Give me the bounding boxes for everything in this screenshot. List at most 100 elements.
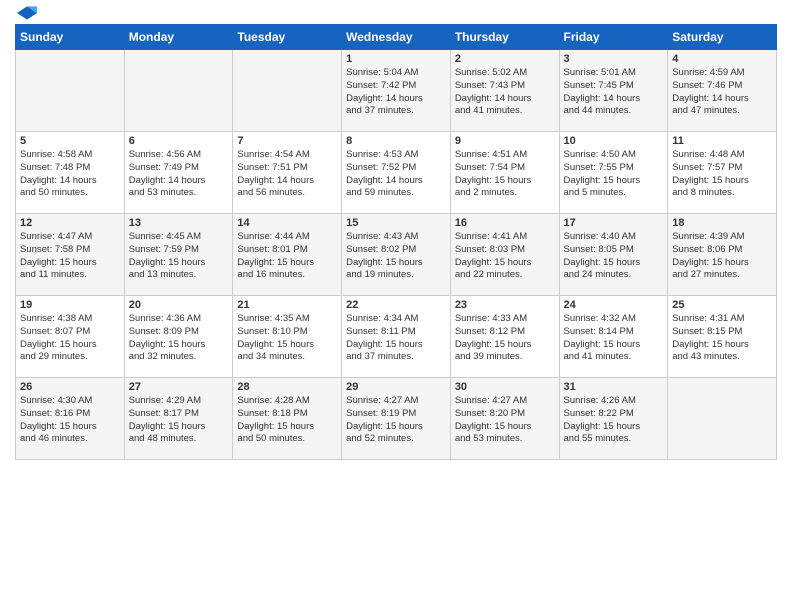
day-info: Sunrise: 4:48 AM Sunset: 7:57 PM Dayligh… <box>672 149 772 200</box>
day-number: 4 <box>672 53 772 65</box>
day-cell: 14Sunrise: 4:44 AM Sunset: 8:01 PM Dayli… <box>233 214 342 296</box>
day-number: 1 <box>346 53 446 65</box>
day-cell: 10 Sunrise: 4:50 AM Sunset: 7:55 PM Dayli… <box>559 132 668 214</box>
day-info: Sunrise: 4:53 AM Sunset: 7:52 PM Dayligh… <box>346 149 446 200</box>
page: SundayMondayTuesdayWednesdayThursdayFrid… <box>0 0 792 470</box>
day-number: 8 <box>346 135 446 147</box>
day-info: Sunrise: 4:26 AM Sunset: 8:22 PM Dayligh… <box>564 395 664 446</box>
header-day-monday: Monday <box>124 25 233 50</box>
day-number: 25 <box>672 299 772 311</box>
header-row: SundayMondayTuesdayWednesdayThursdayFrid… <box>16 25 777 50</box>
header-day-thursday: Thursday <box>450 25 559 50</box>
day-cell: 3 Sunrise: 5:01 AM Sunset: 7:45 PM Daylig… <box>559 50 668 132</box>
day-number: 6 <box>129 135 229 147</box>
day-info: Sunrise: 4:58 AM Sunset: 7:48 PM Dayligh… <box>20 149 120 200</box>
day-number: 19 <box>20 299 120 311</box>
day-number: 24 <box>564 299 664 311</box>
day-cell: 24 Sunrise: 4:32 AM Sunset: 8:14 PM Dayli… <box>559 296 668 378</box>
day-info: Sunrise: 4:43 AM Sunset: 8:02 PM Dayligh… <box>346 231 446 282</box>
day-number: 31 <box>564 381 664 393</box>
day-cell: 13Sunrise: 4:45 AM Sunset: 7:59 PM Dayli… <box>124 214 233 296</box>
day-cell: 23 Sunrise: 4:33 AM Sunset: 8:12 PM Dayli… <box>450 296 559 378</box>
day-info: Sunrise: 4:33 AM Sunset: 8:12 PM Dayligh… <box>455 313 555 364</box>
day-cell <box>124 50 233 132</box>
day-number: 20 <box>129 299 229 311</box>
day-cell: 27 Sunrise: 4:29 AM Sunset: 8:17 PM Dayli… <box>124 378 233 460</box>
day-info: Sunrise: 4:35 AM Sunset: 8:10 PM Dayligh… <box>237 313 337 364</box>
day-cell: 12 Sunrise: 4:47 AM Sunset: 7:58 PM Dayli… <box>16 214 125 296</box>
day-cell: 22 Sunrise: 4:34 AM Sunset: 8:11 PM Dayli… <box>342 296 451 378</box>
day-cell: 21 Sunrise: 4:35 AM Sunset: 8:10 PM Dayli… <box>233 296 342 378</box>
day-info: Sunrise: 5:01 AM Sunset: 7:45 PM Dayligh… <box>564 67 664 118</box>
day-info: Sunrise: 4:40 AM Sunset: 8:05 PM Dayligh… <box>564 231 664 282</box>
day-cell: 17 Sunrise: 4:40 AM Sunset: 8:05 PM Dayli… <box>559 214 668 296</box>
week-row-2: 12 Sunrise: 4:47 AM Sunset: 7:58 PM Dayli… <box>16 214 777 296</box>
day-number: 26 <box>20 381 120 393</box>
day-cell: 5 Sunrise: 4:58 AM Sunset: 7:48 PM Daylig… <box>16 132 125 214</box>
header-day-tuesday: Tuesday <box>233 25 342 50</box>
day-info: Sunrise: 4:31 AM Sunset: 8:15 PM Dayligh… <box>672 313 772 364</box>
day-cell: 4Sunrise: 4:59 AM Sunset: 7:46 PM Daylig… <box>668 50 777 132</box>
day-cell: 25 Sunrise: 4:31 AM Sunset: 8:15 PM Dayli… <box>668 296 777 378</box>
header-day-friday: Friday <box>559 25 668 50</box>
day-cell: 26 Sunrise: 4:30 AM Sunset: 8:16 PM Dayli… <box>16 378 125 460</box>
day-info: Sunrise: 4:36 AM Sunset: 8:09 PM Dayligh… <box>129 313 229 364</box>
day-number: 5 <box>20 135 120 147</box>
day-number: 28 <box>237 381 337 393</box>
day-number: 30 <box>455 381 555 393</box>
day-number: 11 <box>672 135 772 147</box>
day-cell: 28 Sunrise: 4:28 AM Sunset: 8:18 PM Dayli… <box>233 378 342 460</box>
day-cell: 8 Sunrise: 4:53 AM Sunset: 7:52 PM Daylig… <box>342 132 451 214</box>
calendar-table: SundayMondayTuesdayWednesdayThursdayFrid… <box>15 24 777 460</box>
day-info: Sunrise: 4:41 AM Sunset: 8:03 PM Dayligh… <box>455 231 555 282</box>
day-number: 17 <box>564 217 664 229</box>
day-info: Sunrise: 4:32 AM Sunset: 8:14 PM Dayligh… <box>564 313 664 364</box>
day-info: Sunrise: 5:02 AM Sunset: 7:43 PM Dayligh… <box>455 67 555 118</box>
header-day-sunday: Sunday <box>16 25 125 50</box>
day-cell: 15 Sunrise: 4:43 AM Sunset: 8:02 PM Dayli… <box>342 214 451 296</box>
day-info: Sunrise: 5:04 AM Sunset: 7:42 PM Dayligh… <box>346 67 446 118</box>
day-info: Sunrise: 4:47 AM Sunset: 7:58 PM Dayligh… <box>20 231 120 282</box>
day-number: 23 <box>455 299 555 311</box>
day-info: Sunrise: 4:29 AM Sunset: 8:17 PM Dayligh… <box>129 395 229 446</box>
logo <box>15 10 37 16</box>
day-number: 15 <box>346 217 446 229</box>
week-row-0: 1 Sunrise: 5:04 AM Sunset: 7:42 PM Daylig… <box>16 50 777 132</box>
day-number: 7 <box>237 135 337 147</box>
day-info: Sunrise: 4:30 AM Sunset: 8:16 PM Dayligh… <box>20 395 120 446</box>
week-row-4: 26 Sunrise: 4:30 AM Sunset: 8:16 PM Dayli… <box>16 378 777 460</box>
day-number: 18 <box>672 217 772 229</box>
day-number: 22 <box>346 299 446 311</box>
logo-icon <box>17 6 37 20</box>
day-cell: 9 Sunrise: 4:51 AM Sunset: 7:54 PM Daylig… <box>450 132 559 214</box>
day-info: Sunrise: 4:54 AM Sunset: 7:51 PM Dayligh… <box>237 149 337 200</box>
header-day-saturday: Saturday <box>668 25 777 50</box>
day-info: Sunrise: 4:45 AM Sunset: 7:59 PM Dayligh… <box>129 231 229 282</box>
day-cell: 1 Sunrise: 5:04 AM Sunset: 7:42 PM Daylig… <box>342 50 451 132</box>
day-number: 29 <box>346 381 446 393</box>
day-info: Sunrise: 4:34 AM Sunset: 8:11 PM Dayligh… <box>346 313 446 364</box>
day-info: Sunrise: 4:27 AM Sunset: 8:20 PM Dayligh… <box>455 395 555 446</box>
day-number: 27 <box>129 381 229 393</box>
week-row-1: 5 Sunrise: 4:58 AM Sunset: 7:48 PM Daylig… <box>16 132 777 214</box>
day-info: Sunrise: 4:28 AM Sunset: 8:18 PM Dayligh… <box>237 395 337 446</box>
day-info: Sunrise: 4:27 AM Sunset: 8:19 PM Dayligh… <box>346 395 446 446</box>
day-number: 12 <box>20 217 120 229</box>
day-info: Sunrise: 4:50 AM Sunset: 7:55 PM Dayligh… <box>564 149 664 200</box>
day-cell: 18 Sunrise: 4:39 AM Sunset: 8:06 PM Dayli… <box>668 214 777 296</box>
day-info: Sunrise: 4:51 AM Sunset: 7:54 PM Dayligh… <box>455 149 555 200</box>
day-number: 21 <box>237 299 337 311</box>
day-number: 16 <box>455 217 555 229</box>
day-number: 10 <box>564 135 664 147</box>
day-cell: 2Sunrise: 5:02 AM Sunset: 7:43 PM Daylig… <box>450 50 559 132</box>
day-info: Sunrise: 4:39 AM Sunset: 8:06 PM Dayligh… <box>672 231 772 282</box>
day-info: Sunrise: 4:38 AM Sunset: 8:07 PM Dayligh… <box>20 313 120 364</box>
day-cell <box>16 50 125 132</box>
day-cell <box>668 378 777 460</box>
day-number: 9 <box>455 135 555 147</box>
day-cell: 7 Sunrise: 4:54 AM Sunset: 7:51 PM Daylig… <box>233 132 342 214</box>
day-number: 3 <box>564 53 664 65</box>
day-cell <box>233 50 342 132</box>
day-cell: 31 Sunrise: 4:26 AM Sunset: 8:22 PM Dayli… <box>559 378 668 460</box>
day-cell: 16 Sunrise: 4:41 AM Sunset: 8:03 PM Dayli… <box>450 214 559 296</box>
